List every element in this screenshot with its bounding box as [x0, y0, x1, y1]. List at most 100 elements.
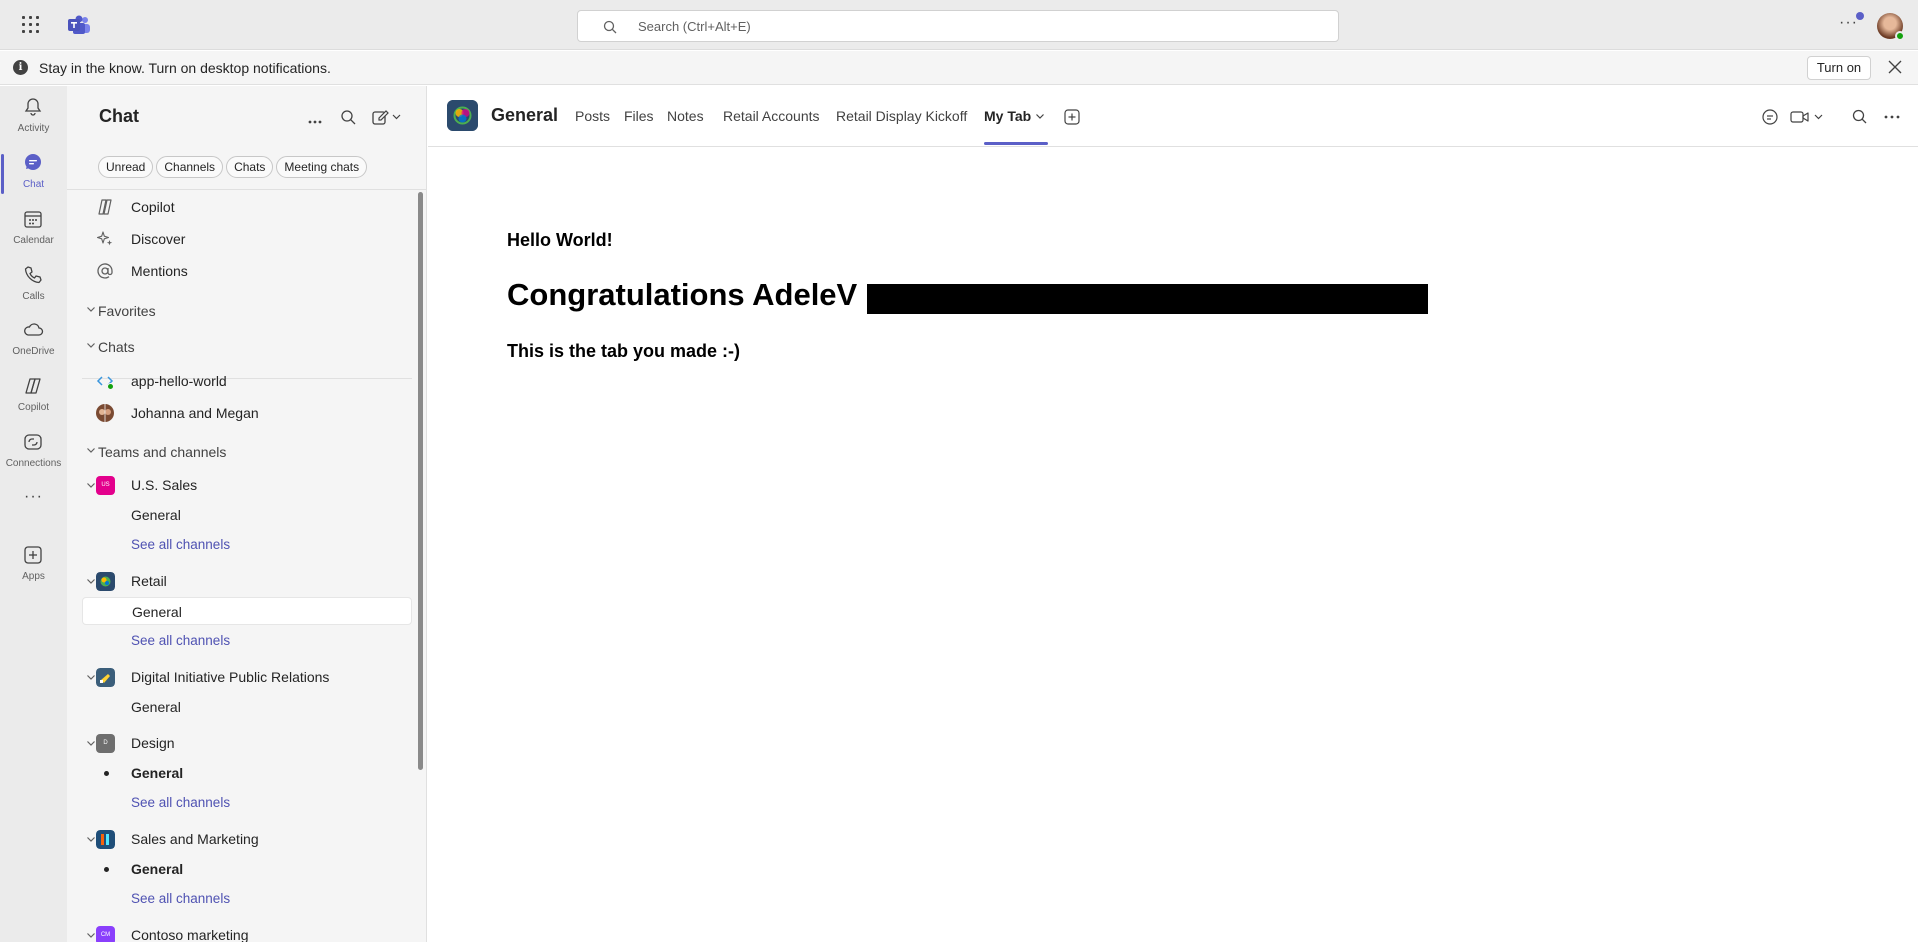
bell-icon — [24, 98, 42, 116]
new-chat-icon[interactable] — [372, 107, 402, 127]
rail-more-apps[interactable]: ··· — [0, 488, 67, 512]
see-all-channels-label: See all channels — [131, 633, 231, 648]
app-rail: Activity Chat Calendar Calls OneDrive Co… — [0, 86, 67, 942]
rail-item-onedrive[interactable]: OneDrive — [0, 313, 67, 369]
search-icon[interactable] — [1850, 107, 1870, 127]
list-item-label: Johanna and Megan — [131, 405, 259, 421]
list-item-discover[interactable]: Discover — [82, 225, 412, 253]
more-options-icon[interactable] — [1882, 107, 1902, 127]
title-bar: Search (Ctrl+Alt+E) ··· — [0, 0, 1918, 50]
list-item-copilot[interactable]: Copilot — [82, 193, 412, 221]
list-item-label: app-hello-world — [131, 373, 227, 389]
rail-item-connections[interactable]: Connections — [0, 425, 67, 481]
chevron-down-icon — [87, 343, 95, 348]
tab-retail-accounts[interactable]: Retail Accounts — [723, 108, 820, 124]
filter-chats[interactable]: Chats — [226, 156, 274, 178]
video-call-icon[interactable] — [1790, 107, 1826, 127]
tab-files[interactable]: Files — [624, 108, 654, 124]
more-options-icon[interactable] — [307, 112, 323, 132]
rail-label: Copilot — [17, 402, 50, 413]
see-all-channels-link[interactable]: See all channels — [82, 789, 412, 817]
megaphone-team-icon — [96, 668, 115, 687]
hello-heading: Hello World! — [507, 230, 613, 250]
filter-unread[interactable]: Unread — [98, 156, 154, 178]
tab-posts[interactable]: Posts — [575, 108, 610, 124]
chat-icon — [25, 154, 41, 170]
filter-channels[interactable]: Channels — [156, 156, 224, 178]
more-icon: ··· — [24, 488, 43, 505]
add-tab-icon[interactable] — [1062, 107, 1082, 127]
list-item-mentions[interactable]: Mentions — [82, 257, 412, 285]
team-avatar: CM — [96, 926, 115, 942]
team-name: U.S. Sales — [131, 477, 198, 493]
notification-message: Stay in the know. Turn on desktop notifi… — [39, 60, 331, 76]
tab-retail-display-kickoff[interactable]: Retail Display Kickoff — [836, 108, 967, 124]
rail-label: OneDrive — [12, 346, 55, 357]
rail-item-chat[interactable]: Chat — [0, 146, 67, 202]
chat-list-pane: Chat Unread Channels Chats Meeting chats Co… — [67, 86, 427, 942]
channel-name: General — [131, 699, 181, 715]
filter-meeting-chats[interactable]: Meeting chats — [276, 156, 368, 178]
channel-item-unread[interactable]: General — [82, 855, 412, 883]
see-all-channels-label: See all channels — [131, 891, 231, 906]
turn-on-button[interactable]: Turn on — [1807, 56, 1871, 80]
channel-item[interactable]: General — [82, 693, 412, 721]
unread-dot — [104, 867, 109, 872]
rail-item-apps[interactable]: Apps — [0, 538, 67, 594]
add-app-icon — [24, 546, 42, 564]
rail-label: Apps — [22, 571, 45, 582]
sales-team-icon — [96, 830, 115, 849]
team-digital-initiative[interactable]: Digital Initiative Public Relations — [82, 663, 412, 691]
see-all-channels-link[interactable]: See all channels — [82, 531, 412, 559]
teams-logo-icon — [68, 15, 90, 34]
app-launcher-icon[interactable] — [22, 16, 42, 36]
search-input[interactable]: Search (Ctrl+Alt+E) — [577, 10, 1339, 42]
team-retail[interactable]: Retail — [82, 567, 412, 595]
notification-dot — [1856, 12, 1864, 20]
scrollbar[interactable] — [418, 192, 423, 770]
see-all-channels-link[interactable]: See all channels — [82, 627, 412, 655]
filter-pills: Unread Channels Chats Meeting chats — [98, 156, 370, 178]
calendar-icon — [24, 211, 42, 228]
rail-label: Chat — [22, 179, 45, 190]
team-sales-and-marketing[interactable]: Sales and Marketing — [82, 825, 412, 853]
chevron-down-icon[interactable] — [1034, 110, 1046, 122]
channel-team-icon — [447, 100, 478, 131]
list-item-johanna-and-megan[interactable]: Johanna and Megan — [82, 399, 412, 427]
search-icon[interactable] — [340, 107, 356, 127]
team-contoso-marketing[interactable]: CM Contoso marketing — [82, 921, 412, 942]
channel-item-selected[interactable]: General — [82, 597, 412, 625]
team-design[interactable]: D Design — [82, 729, 412, 757]
section-chats[interactable]: Chats — [82, 335, 412, 359]
sparkle-icon — [96, 231, 113, 246]
search-placeholder: Search (Ctrl+Alt+E) — [638, 19, 751, 34]
rail-item-calendar[interactable]: Calendar — [0, 202, 67, 258]
tab-message: This is the tab you made :-) — [507, 341, 741, 361]
tab-content: Hello World! Congratulations AdeleV This… — [428, 148, 1918, 942]
rail-item-calls[interactable]: Calls — [0, 258, 67, 314]
see-all-channels-link[interactable]: See all channels — [82, 885, 412, 913]
channel-name: General — [131, 507, 181, 523]
team-name: Design — [131, 735, 175, 751]
copilot-icon — [25, 378, 41, 394]
close-icon[interactable] — [1886, 58, 1904, 76]
rail-item-activity[interactable]: Activity — [0, 90, 67, 146]
tab-notes[interactable]: Notes — [667, 108, 704, 124]
channel-item-unread[interactable]: General — [82, 759, 412, 787]
team-us-sales[interactable]: US U.S. Sales — [82, 471, 412, 499]
tab-my-tab[interactable]: My Tab — [984, 108, 1031, 124]
pane-title: Chat — [99, 106, 139, 126]
section-teams[interactable]: Teams and channels — [82, 440, 412, 464]
group-avatar-icon — [96, 404, 114, 422]
rail-label: Connections — [5, 458, 62, 469]
channel-item[interactable]: General — [82, 501, 412, 529]
channel-name: General — [131, 861, 184, 877]
divider — [67, 189, 427, 190]
profile-avatar[interactable] — [1877, 13, 1905, 41]
rail-item-copilot[interactable]: Copilot — [0, 369, 67, 425]
at-mention-icon — [97, 263, 113, 279]
list-item-app-hello-world[interactable]: app-hello-world — [82, 367, 412, 395]
chat-bubble-icon[interactable] — [1760, 107, 1780, 127]
section-favorites[interactable]: Favorites — [82, 299, 412, 323]
redacted-block — [867, 284, 1428, 314]
